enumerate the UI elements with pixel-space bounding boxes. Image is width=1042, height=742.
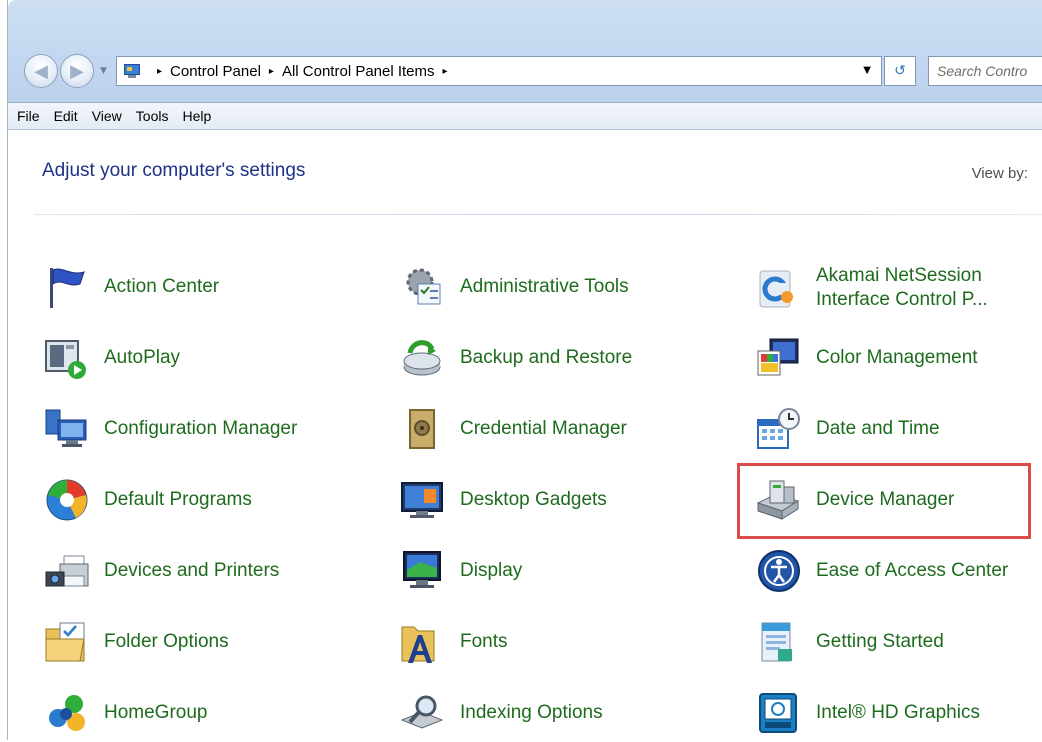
- item-label[interactable]: Action Center: [104, 275, 219, 299]
- item-label[interactable]: Date and Time: [816, 417, 940, 441]
- item-intel-hd-graphics[interactable]: Intel® HD Graphics: [756, 690, 980, 736]
- fonts-icon: [400, 619, 446, 665]
- indexing-icon: [400, 690, 446, 736]
- default-programs-icon: [44, 477, 90, 523]
- item-label[interactable]: Folder Options: [104, 630, 229, 654]
- item-label[interactable]: Fonts: [460, 630, 508, 654]
- menu-edit[interactable]: Edit: [54, 108, 78, 124]
- item-color-management[interactable]: Color Management: [756, 335, 978, 381]
- breadcrumb-control-panel[interactable]: Control Panel: [170, 63, 261, 80]
- color-management-icon: [756, 335, 802, 381]
- item-label[interactable]: Backup and Restore: [460, 346, 632, 370]
- item-label[interactable]: Desktop Gadgets: [460, 488, 607, 512]
- item-indexing-options[interactable]: Indexing Options: [400, 690, 603, 736]
- monitor-icon: [400, 548, 446, 594]
- gadgets-icon: [400, 477, 446, 523]
- breadcrumb-separator-icon[interactable]: ▸: [443, 66, 448, 77]
- item-ease-of-access-center[interactable]: Ease of Access Center: [756, 548, 1008, 594]
- search-input[interactable]: Search Contro: [928, 56, 1042, 86]
- item-action-center[interactable]: Action Center: [44, 264, 219, 310]
- ease-of-access-icon: [756, 548, 802, 594]
- item-label[interactable]: Default Programs: [104, 488, 252, 512]
- back-button[interactable]: ◀: [24, 54, 58, 88]
- flag-icon: [44, 264, 90, 310]
- item-default-programs[interactable]: Default Programs: [44, 477, 252, 523]
- menu-bar: File Edit View Tools Help: [8, 102, 1042, 130]
- item-label[interactable]: Intel® HD Graphics: [816, 701, 980, 725]
- item-folder-options[interactable]: Folder Options: [44, 619, 229, 665]
- forward-arrow-icon: ▶: [70, 60, 84, 82]
- menu-tools[interactable]: Tools: [136, 108, 169, 124]
- item-administrative-tools[interactable]: Administrative Tools: [400, 264, 629, 310]
- item-date-and-time[interactable]: Date and Time: [756, 406, 940, 452]
- item-label[interactable]: Configuration Manager: [104, 417, 297, 441]
- printer-camera-icon: [44, 548, 90, 594]
- getting-started-icon: [756, 619, 802, 665]
- configuration-icon: [44, 406, 90, 452]
- item-label[interactable]: Color Management: [816, 346, 978, 370]
- refresh-icon: ↺: [894, 63, 906, 79]
- autoplay-icon: [44, 335, 90, 381]
- item-label[interactable]: Devices and Printers: [104, 559, 279, 583]
- item-label[interactable]: Akamai NetSession Interface Control P...: [816, 264, 1026, 312]
- item-label[interactable]: AutoPlay: [104, 346, 180, 370]
- item-getting-started[interactable]: Getting Started: [756, 619, 944, 665]
- item-credential-manager[interactable]: Credential Manager: [400, 406, 627, 452]
- folder-options-icon: [44, 619, 90, 665]
- item-display[interactable]: Display: [400, 548, 522, 594]
- address-dropdown-icon[interactable]: ▼: [863, 65, 871, 76]
- item-label[interactable]: HomeGroup: [104, 701, 208, 725]
- breadcrumb-separator-icon[interactable]: ▸: [157, 66, 162, 77]
- calendar-clock-icon: [756, 406, 802, 452]
- item-fonts[interactable]: Fonts: [400, 619, 508, 665]
- recent-pages-dropdown[interactable]: ▼: [100, 66, 107, 76]
- item-homegroup[interactable]: HomeGroup: [44, 690, 208, 736]
- breadcrumb-all-items[interactable]: All Control Panel Items: [282, 63, 435, 80]
- control-panel-icon: [123, 63, 141, 79]
- window-chrome: [8, 0, 1042, 102]
- intel-graphics-icon: [756, 690, 802, 736]
- forward-button[interactable]: ▶: [60, 54, 94, 88]
- akamai-icon: [756, 265, 802, 311]
- address-bar[interactable]: ▸ Control Panel ▸ All Control Panel Item…: [116, 56, 882, 86]
- page-title: Adjust your computer's settings: [42, 160, 306, 181]
- item-autoplay[interactable]: AutoPlay: [44, 335, 180, 381]
- item-label[interactable]: Getting Started: [816, 630, 944, 654]
- item-label[interactable]: Administrative Tools: [460, 275, 629, 299]
- backup-icon: [400, 335, 446, 381]
- item-desktop-gadgets[interactable]: Desktop Gadgets: [400, 477, 607, 523]
- item-label[interactable]: Indexing Options: [460, 701, 603, 725]
- menu-view[interactable]: View: [92, 108, 122, 124]
- item-akamai-netsession[interactable]: Akamai NetSession Interface Control P...: [756, 264, 1026, 312]
- item-configuration-manager[interactable]: Configuration Manager: [44, 406, 297, 452]
- highlight-box: [737, 463, 1031, 539]
- menu-help[interactable]: Help: [182, 108, 211, 124]
- item-label[interactable]: Ease of Access Center: [816, 559, 1008, 583]
- breadcrumb-separator-icon[interactable]: ▸: [269, 66, 274, 77]
- menu-file[interactable]: File: [17, 108, 40, 124]
- item-devices-and-printers[interactable]: Devices and Printers: [44, 548, 279, 594]
- item-label[interactable]: Display: [460, 559, 522, 583]
- view-by-label[interactable]: View by:: [972, 165, 1028, 182]
- admin-tools-icon: [400, 264, 446, 310]
- window-frame-left: [0, 0, 8, 740]
- homegroup-icon: [44, 690, 90, 736]
- vault-icon: [400, 406, 446, 452]
- item-backup-and-restore[interactable]: Backup and Restore: [400, 335, 632, 381]
- back-arrow-icon: ◀: [34, 60, 48, 82]
- divider: [34, 214, 1042, 215]
- item-label[interactable]: Credential Manager: [460, 417, 627, 441]
- refresh-button[interactable]: ↺: [884, 56, 916, 86]
